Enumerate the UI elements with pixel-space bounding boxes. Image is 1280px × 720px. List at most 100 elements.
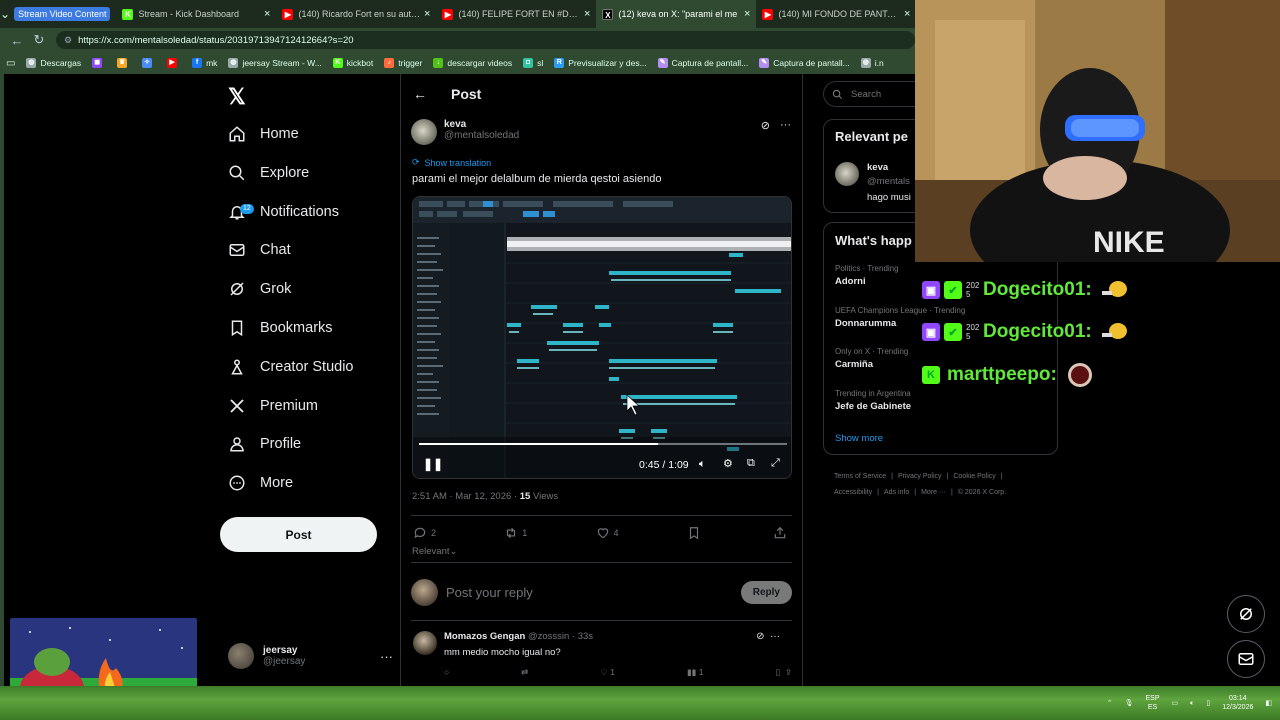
show-more-link[interactable]: Show more bbox=[835, 433, 883, 444]
fullscreen-icon[interactable]: ⤢ bbox=[771, 457, 780, 470]
settings-icon[interactable]: ⚙ bbox=[723, 457, 733, 470]
site-info-icon[interactable]: ⚙ bbox=[64, 35, 72, 46]
sidebar-item-notifications[interactable]: 12 Notifications bbox=[228, 195, 339, 229]
comment-avatar[interactable] bbox=[413, 631, 437, 655]
footer-link[interactable]: Privacy Policy bbox=[898, 473, 942, 480]
show-translation-link[interactable]: ⟳ Show translation bbox=[412, 157, 491, 168]
browser-tab[interactable]: ▶ (140) Ricardo Fort en su auto habl × bbox=[276, 0, 436, 28]
grok-icon[interactable]: ⊘ bbox=[761, 119, 770, 132]
more-dots-icon[interactable]: ··· bbox=[780, 119, 791, 131]
sidebar-item-profile[interactable]: Profile bbox=[228, 427, 301, 461]
volume-icon[interactable]: 🔈︎ bbox=[1190, 699, 1194, 708]
close-icon[interactable]: × bbox=[264, 8, 270, 20]
back-button[interactable]: ← bbox=[6, 33, 28, 48]
trend-item[interactable]: Only on X · Trending Carmiña bbox=[835, 347, 908, 370]
pip-icon[interactable]: ⧉ bbox=[747, 457, 755, 470]
chevron-up-icon[interactable]: ⌃ bbox=[1107, 699, 1113, 708]
notification-icon[interactable]: ◧ bbox=[1265, 699, 1272, 708]
avatar[interactable] bbox=[835, 162, 859, 186]
close-icon[interactable]: × bbox=[424, 8, 430, 20]
reply-action[interactable]: 2 bbox=[413, 526, 436, 540]
bookmark-item[interactable]: ◘ sl bbox=[523, 58, 543, 68]
grok-fab[interactable] bbox=[1227, 595, 1265, 633]
video-player[interactable]: ❚❚ 0:45 / 1:09 🔈︎ ⚙ ⧉ ⤢ bbox=[412, 196, 792, 479]
sidebar-item-home[interactable]: Home bbox=[228, 117, 299, 151]
bookmark-item[interactable]: ✧ bbox=[142, 58, 156, 68]
comment-item[interactable]: Momazos Gengan @zosssin · 33s ⊘ ··· mm m… bbox=[411, 627, 792, 687]
close-icon[interactable]: × bbox=[744, 8, 750, 20]
author-name[interactable]: keva bbox=[444, 119, 751, 130]
mic-icon[interactable]: 🎙︎ bbox=[1125, 699, 1134, 708]
tab-group-chip[interactable]: Stream Video Content bbox=[14, 7, 111, 21]
reply-button[interactable]: Reply bbox=[740, 580, 792, 604]
like-action[interactable]: ♡ 1 bbox=[600, 667, 615, 678]
battery-icon[interactable]: ▯ bbox=[1206, 699, 1210, 708]
sidebar-item-premium[interactable]: Premium bbox=[228, 389, 318, 423]
x-logo-icon[interactable]: 𝕏 bbox=[228, 84, 246, 110]
post-timestamp[interactable]: 2:51 AM · Mar 12, 2026 · bbox=[412, 491, 520, 502]
sidebar-item-creator-studio[interactable]: Creator Studio bbox=[228, 350, 354, 384]
footer-link[interactable]: Accessibility bbox=[834, 489, 872, 496]
bookmark-item[interactable]: ✎ Captura de pantall... bbox=[657, 58, 748, 68]
like-action[interactable]: 4 bbox=[596, 526, 619, 540]
bookmark-item[interactable]: ▶ bbox=[167, 58, 181, 68]
close-icon[interactable]: × bbox=[904, 8, 910, 20]
messages-fab[interactable] bbox=[1227, 640, 1265, 678]
bookmark-item[interactable]: ♛ bbox=[117, 58, 131, 68]
browser-tab[interactable]: X (12) keva on X: "parami el me × bbox=[596, 0, 757, 28]
language-indicator[interactable]: ESP ES bbox=[1146, 694, 1160, 712]
share-action[interactable] bbox=[773, 526, 791, 540]
bookmark-item[interactable]: ◍ jeersay Stream - W... bbox=[228, 58, 322, 68]
apps-grid-icon[interactable]: ▭ bbox=[6, 58, 15, 69]
bookmark-item[interactable]: ◼ bbox=[92, 58, 106, 68]
footer-link[interactable]: Terms of Service bbox=[834, 473, 886, 480]
footer-link[interactable]: Ads info bbox=[884, 489, 909, 496]
sidebar-item-bookmarks[interactable]: Bookmarks bbox=[228, 311, 333, 345]
repost-action[interactable]: 1 bbox=[504, 526, 527, 540]
post-button[interactable]: Post bbox=[220, 517, 377, 552]
bookmark-item[interactable]: ↓ descargar videos bbox=[433, 58, 512, 68]
author-avatar[interactable] bbox=[411, 119, 437, 145]
browser-tab[interactable]: ▶ (140) MI FONDO DE PANTALLA - Y × bbox=[756, 0, 916, 28]
tab-search-dropdown[interactable]: ⌄ bbox=[0, 0, 10, 28]
sort-dropdown[interactable]: Relevant⌄ bbox=[412, 546, 457, 557]
volume-icon[interactable]: 🔈︎ bbox=[699, 458, 706, 471]
author-handle[interactable]: @mentalsoledad bbox=[444, 130, 751, 141]
bookmark-item[interactable]: ♪ trigger bbox=[384, 58, 422, 68]
bookmark-item[interactable]: ✎ Captura de pantall... bbox=[759, 58, 850, 68]
sidebar-item-more[interactable]: More bbox=[228, 466, 293, 500]
reply-input[interactable]: Post your reply bbox=[446, 585, 741, 600]
browser-tab[interactable]: ▶ (140) FELIPE FORT EN #DESENCRI× bbox=[436, 0, 596, 28]
more-dots-icon[interactable]: ··· bbox=[380, 649, 393, 664]
reload-button[interactable]: ↻ bbox=[28, 32, 50, 48]
bookmark-item[interactable]: ◍ i.n bbox=[860, 58, 884, 68]
sidebar-item-explore[interactable]: Explore bbox=[228, 156, 309, 190]
footer-link[interactable]: Cookie Policy bbox=[953, 473, 995, 480]
sidebar-item-chat[interactable]: Chat bbox=[228, 233, 291, 267]
network-icon[interactable]: ▭ bbox=[1172, 699, 1179, 708]
bookmark-share-icons[interactable]: ▯ ⇪ bbox=[775, 667, 792, 678]
trend-item[interactable]: Politics · Trending Adorni bbox=[835, 264, 899, 287]
bookmark-item[interactable]: R Previsualizar y des... bbox=[554, 58, 647, 68]
repost-icon[interactable]: ⇄ bbox=[521, 667, 528, 678]
pause-icon[interactable]: ❚❚ bbox=[423, 457, 443, 471]
person-name[interactable]: keva bbox=[867, 162, 888, 173]
browser-tab[interactable]: K Stream - Kick Dashboard × bbox=[116, 0, 276, 28]
footer-link[interactable]: © 2026 X Corp. bbox=[958, 489, 1006, 496]
bookmark-item[interactable]: Kkickbot bbox=[332, 58, 373, 68]
sidebar-item-grok[interactable]: Grok bbox=[228, 272, 291, 306]
url-field[interactable]: ⚙ https://x.com/mentalsoledad/status/203… bbox=[56, 31, 915, 49]
bookmark-item[interactable]: ◍ Descargas bbox=[26, 58, 81, 68]
footer-link[interactable]: More ··· bbox=[921, 489, 946, 496]
account-switcher[interactable]: jeersay @jeersay ··· bbox=[228, 636, 393, 676]
comment-more-icon[interactable]: ⊘ ··· bbox=[756, 631, 780, 642]
close-icon[interactable]: × bbox=[584, 8, 590, 20]
trend-item[interactable]: Trending in Argentina Jefe de Gabinete bbox=[835, 389, 911, 412]
comment-author[interactable]: Momazos Gengan bbox=[444, 631, 525, 642]
back-arrow-icon[interactable]: ← bbox=[413, 86, 437, 102]
reply-icon[interactable]: ○ bbox=[444, 667, 449, 678]
bookmark-action[interactable] bbox=[687, 526, 705, 540]
bookmark-item[interactable]: f mk bbox=[192, 58, 217, 68]
search-input[interactable]: Search bbox=[823, 81, 923, 107]
analytics-icon[interactable]: ▮▮ 1 bbox=[687, 667, 703, 678]
